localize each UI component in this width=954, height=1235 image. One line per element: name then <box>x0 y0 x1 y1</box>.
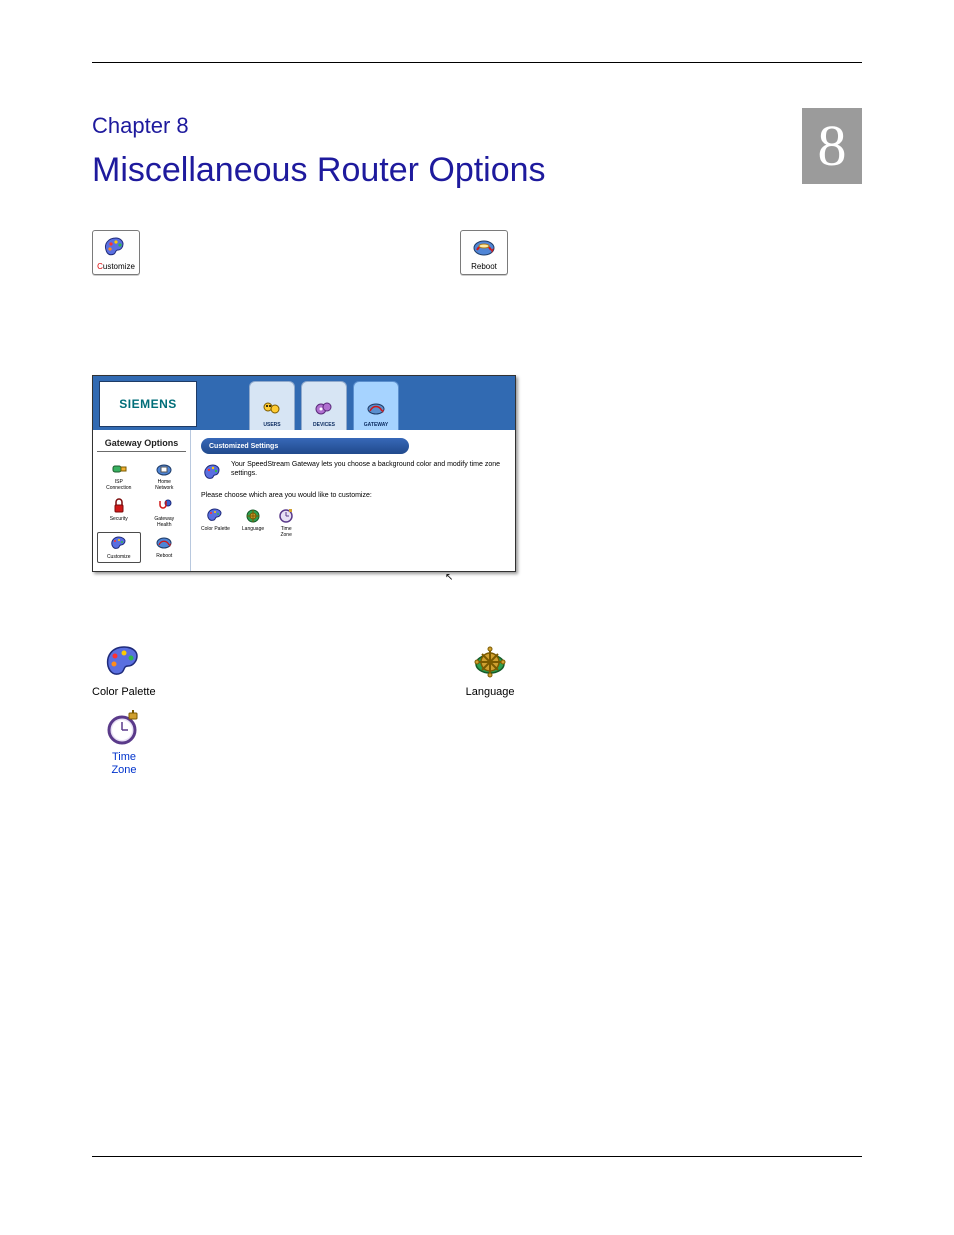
label: Language <box>242 527 264 533</box>
top-tiles-row: Customize Reboot <box>92 230 862 275</box>
sidebar-grid: ISP Connection Home Network Security Gat… <box>97 458 186 563</box>
chapter-label: Chapter 8 <box>92 113 862 139</box>
sidebar-item-health[interactable]: Gateway Health <box>143 495 187 528</box>
label: Home Network <box>143 480 187 491</box>
lock-icon <box>97 495 141 517</box>
screenshot-topbar: SIEMENS USERS DEVICES <box>93 376 515 430</box>
gateway-icon <box>365 398 387 420</box>
palette-icon <box>92 642 156 684</box>
stethoscope-icon <box>143 495 187 517</box>
bottom-row-2: Time Zone <box>92 707 862 777</box>
screenshot-main: Customized Settings Your SpeedStream Gat… <box>191 430 515 571</box>
siemens-logo: SIEMENS <box>99 381 197 427</box>
cursor-icon: ↖ <box>445 572 453 583</box>
reboot-tile[interactable]: Reboot <box>460 230 508 275</box>
sidebar-title: Gateway Options <box>97 438 186 452</box>
header-rule <box>92 62 862 63</box>
bottom-time-zone[interactable]: Time Zone <box>102 707 146 777</box>
sidebar-item-customize[interactable]: Customize <box>97 532 141 563</box>
document-page: 8 Chapter 8 Miscellaneous Router Options… <box>0 0 954 1235</box>
gateway-sidebar: Gateway Options ISP Connection Home Netw… <box>93 430 191 571</box>
reboot-tile-label: Reboot <box>461 262 507 271</box>
bottom-language[interactable]: Language <box>466 642 515 699</box>
screenshot-body: Gateway Options ISP Connection Home Netw… <box>93 430 515 571</box>
wheel-icon <box>466 642 515 684</box>
label: Color Palette <box>92 686 156 699</box>
sidebar-item-isp[interactable]: ISP Connection <box>97 458 141 491</box>
palette-icon <box>93 234 139 262</box>
palette-icon <box>201 505 230 527</box>
label: Time Zone <box>276 527 296 538</box>
prompt-text: Please choose which area you would like … <box>201 492 505 499</box>
reboot-icon <box>461 234 507 262</box>
option-language[interactable]: Language <box>242 505 264 538</box>
intro-row: Your SpeedStream Gateway lets you choose… <box>201 460 505 486</box>
chapter-number-badge: 8 <box>802 108 862 184</box>
tz-line1: Time <box>102 751 146 764</box>
bottom-row-1: Color Palette Language <box>92 642 862 699</box>
chapter-title: Miscellaneous Router Options <box>92 151 862 190</box>
label: ISP Connection <box>97 480 141 491</box>
sidebar-item-security[interactable]: Security <box>97 495 141 528</box>
tab-gateway-label: GATEWAY <box>364 422 388 428</box>
label: Customize <box>98 555 140 561</box>
reboot-icon <box>143 532 187 554</box>
tab-gateway[interactable]: GATEWAY <box>353 381 399 430</box>
customize-tile-label: Customize <box>93 262 139 271</box>
palette-icon <box>98 533 140 555</box>
router-screenshot: SIEMENS USERS DEVICES <box>92 375 516 572</box>
customized-settings-bar: Customized Settings <box>201 438 409 454</box>
bottom-color-palette[interactable]: Color Palette <box>92 642 156 699</box>
sidebar-item-home[interactable]: Home Network <box>143 458 187 491</box>
palette-icon <box>201 460 225 486</box>
tabs: USERS DEVICES GATEWAY <box>203 376 445 430</box>
label: Reboot <box>143 554 187 560</box>
label: Color Palette <box>201 527 230 533</box>
home-icon <box>143 458 187 480</box>
clock-icon <box>102 707 146 749</box>
clock-icon <box>276 505 296 527</box>
sidebar-item-reboot[interactable]: Reboot <box>143 532 187 563</box>
customize-tile[interactable]: Customize <box>92 230 140 275</box>
tab-devices-label: DEVICES <box>313 422 335 428</box>
tab-users[interactable]: USERS <box>249 381 295 430</box>
label: Language <box>466 686 515 699</box>
footer-rule <box>92 1156 862 1157</box>
users-icon <box>261 398 283 420</box>
chapter-number: 8 <box>818 117 847 175</box>
wheel-icon <box>242 505 264 527</box>
label: Security <box>97 517 141 523</box>
plug-icon <box>97 458 141 480</box>
devices-icon <box>313 398 335 420</box>
label: Gateway Health <box>143 517 187 528</box>
intro-text: Your SpeedStream Gateway lets you choose… <box>231 460 505 486</box>
tab-users-label: USERS <box>263 422 280 428</box>
customize-options: Color Palette Language Time Zone <box>201 505 505 538</box>
option-color-palette[interactable]: Color Palette <box>201 505 230 538</box>
option-time-zone[interactable]: Time Zone <box>276 505 296 538</box>
tz-line2: Zone <box>102 764 146 777</box>
tab-devices[interactable]: DEVICES <box>301 381 347 430</box>
bar-title: Customized Settings <box>209 443 278 450</box>
